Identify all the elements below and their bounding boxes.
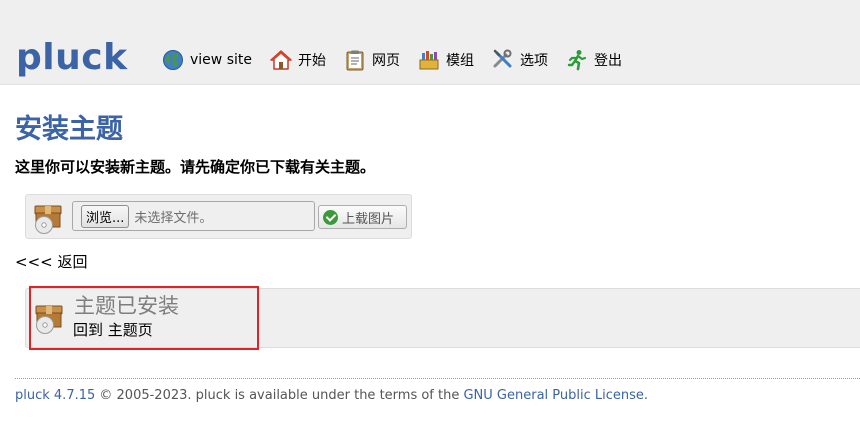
- pluck-version-link[interactable]: pluck 4.7.15: [15, 388, 95, 403]
- theme-upload-form: 浏览... 未选择文件。 上载图片: [25, 194, 412, 239]
- nav-options[interactable]: 选项: [492, 49, 548, 71]
- footer-divider: [15, 378, 860, 379]
- nav-pages[interactable]: 网页: [344, 49, 400, 71]
- modules-icon: [419, 51, 439, 70]
- nav-label: 模组: [445, 53, 474, 69]
- logout-running-icon: [567, 50, 587, 71]
- gpl-license-link[interactable]: GNU General Public License: [463, 388, 643, 403]
- footer-text: © 2005-2023. pluck is available under th…: [95, 388, 464, 403]
- upload-submit-label: 上载图片: [342, 211, 395, 227]
- nav-label: 开始: [297, 53, 326, 69]
- no-file-selected-text: 未选择文件。: [134, 210, 213, 226]
- check-icon: [323, 209, 338, 225]
- nav-label: 网页: [371, 53, 400, 69]
- nav-label: 选项: [519, 53, 548, 69]
- page-title: 安装主题: [15, 114, 123, 145]
- nav-start[interactable]: 开始: [270, 49, 326, 71]
- file-input[interactable]: 浏览... 未选择文件。: [72, 201, 315, 231]
- theme-package-icon: [34, 205, 62, 234]
- tools-icon: [493, 49, 512, 68]
- main-nav: view site 开始 网页 模组 选项 登出: [162, 48, 640, 72]
- upload-submit-button[interactable]: 上载图片: [318, 205, 407, 229]
- nav-view-site[interactable]: view site: [162, 49, 252, 71]
- page-icon: [346, 50, 364, 71]
- highlight-box: [29, 286, 259, 350]
- top-header: pluck view site 开始 网页 模组 选项 登出: [0, 0, 860, 85]
- browse-button[interactable]: 浏览...: [81, 204, 130, 228]
- nav-logout[interactable]: 登出: [566, 49, 622, 71]
- nav-label: 登出: [593, 53, 622, 69]
- footer-end: .: [643, 388, 649, 403]
- back-link[interactable]: <<< 返回: [15, 252, 87, 272]
- nav-label: view site: [190, 52, 252, 68]
- intro-text: 这里你可以安装新主题。请先确定你已下载有关主题。: [15, 158, 376, 176]
- globe-icon: [163, 50, 183, 70]
- footer: pluck 4.7.15 © 2005-2023. pluck is avail…: [15, 387, 648, 405]
- home-icon: [270, 50, 292, 70]
- site-logo[interactable]: pluck: [16, 36, 128, 80]
- nav-modules[interactable]: 模组: [418, 49, 474, 71]
